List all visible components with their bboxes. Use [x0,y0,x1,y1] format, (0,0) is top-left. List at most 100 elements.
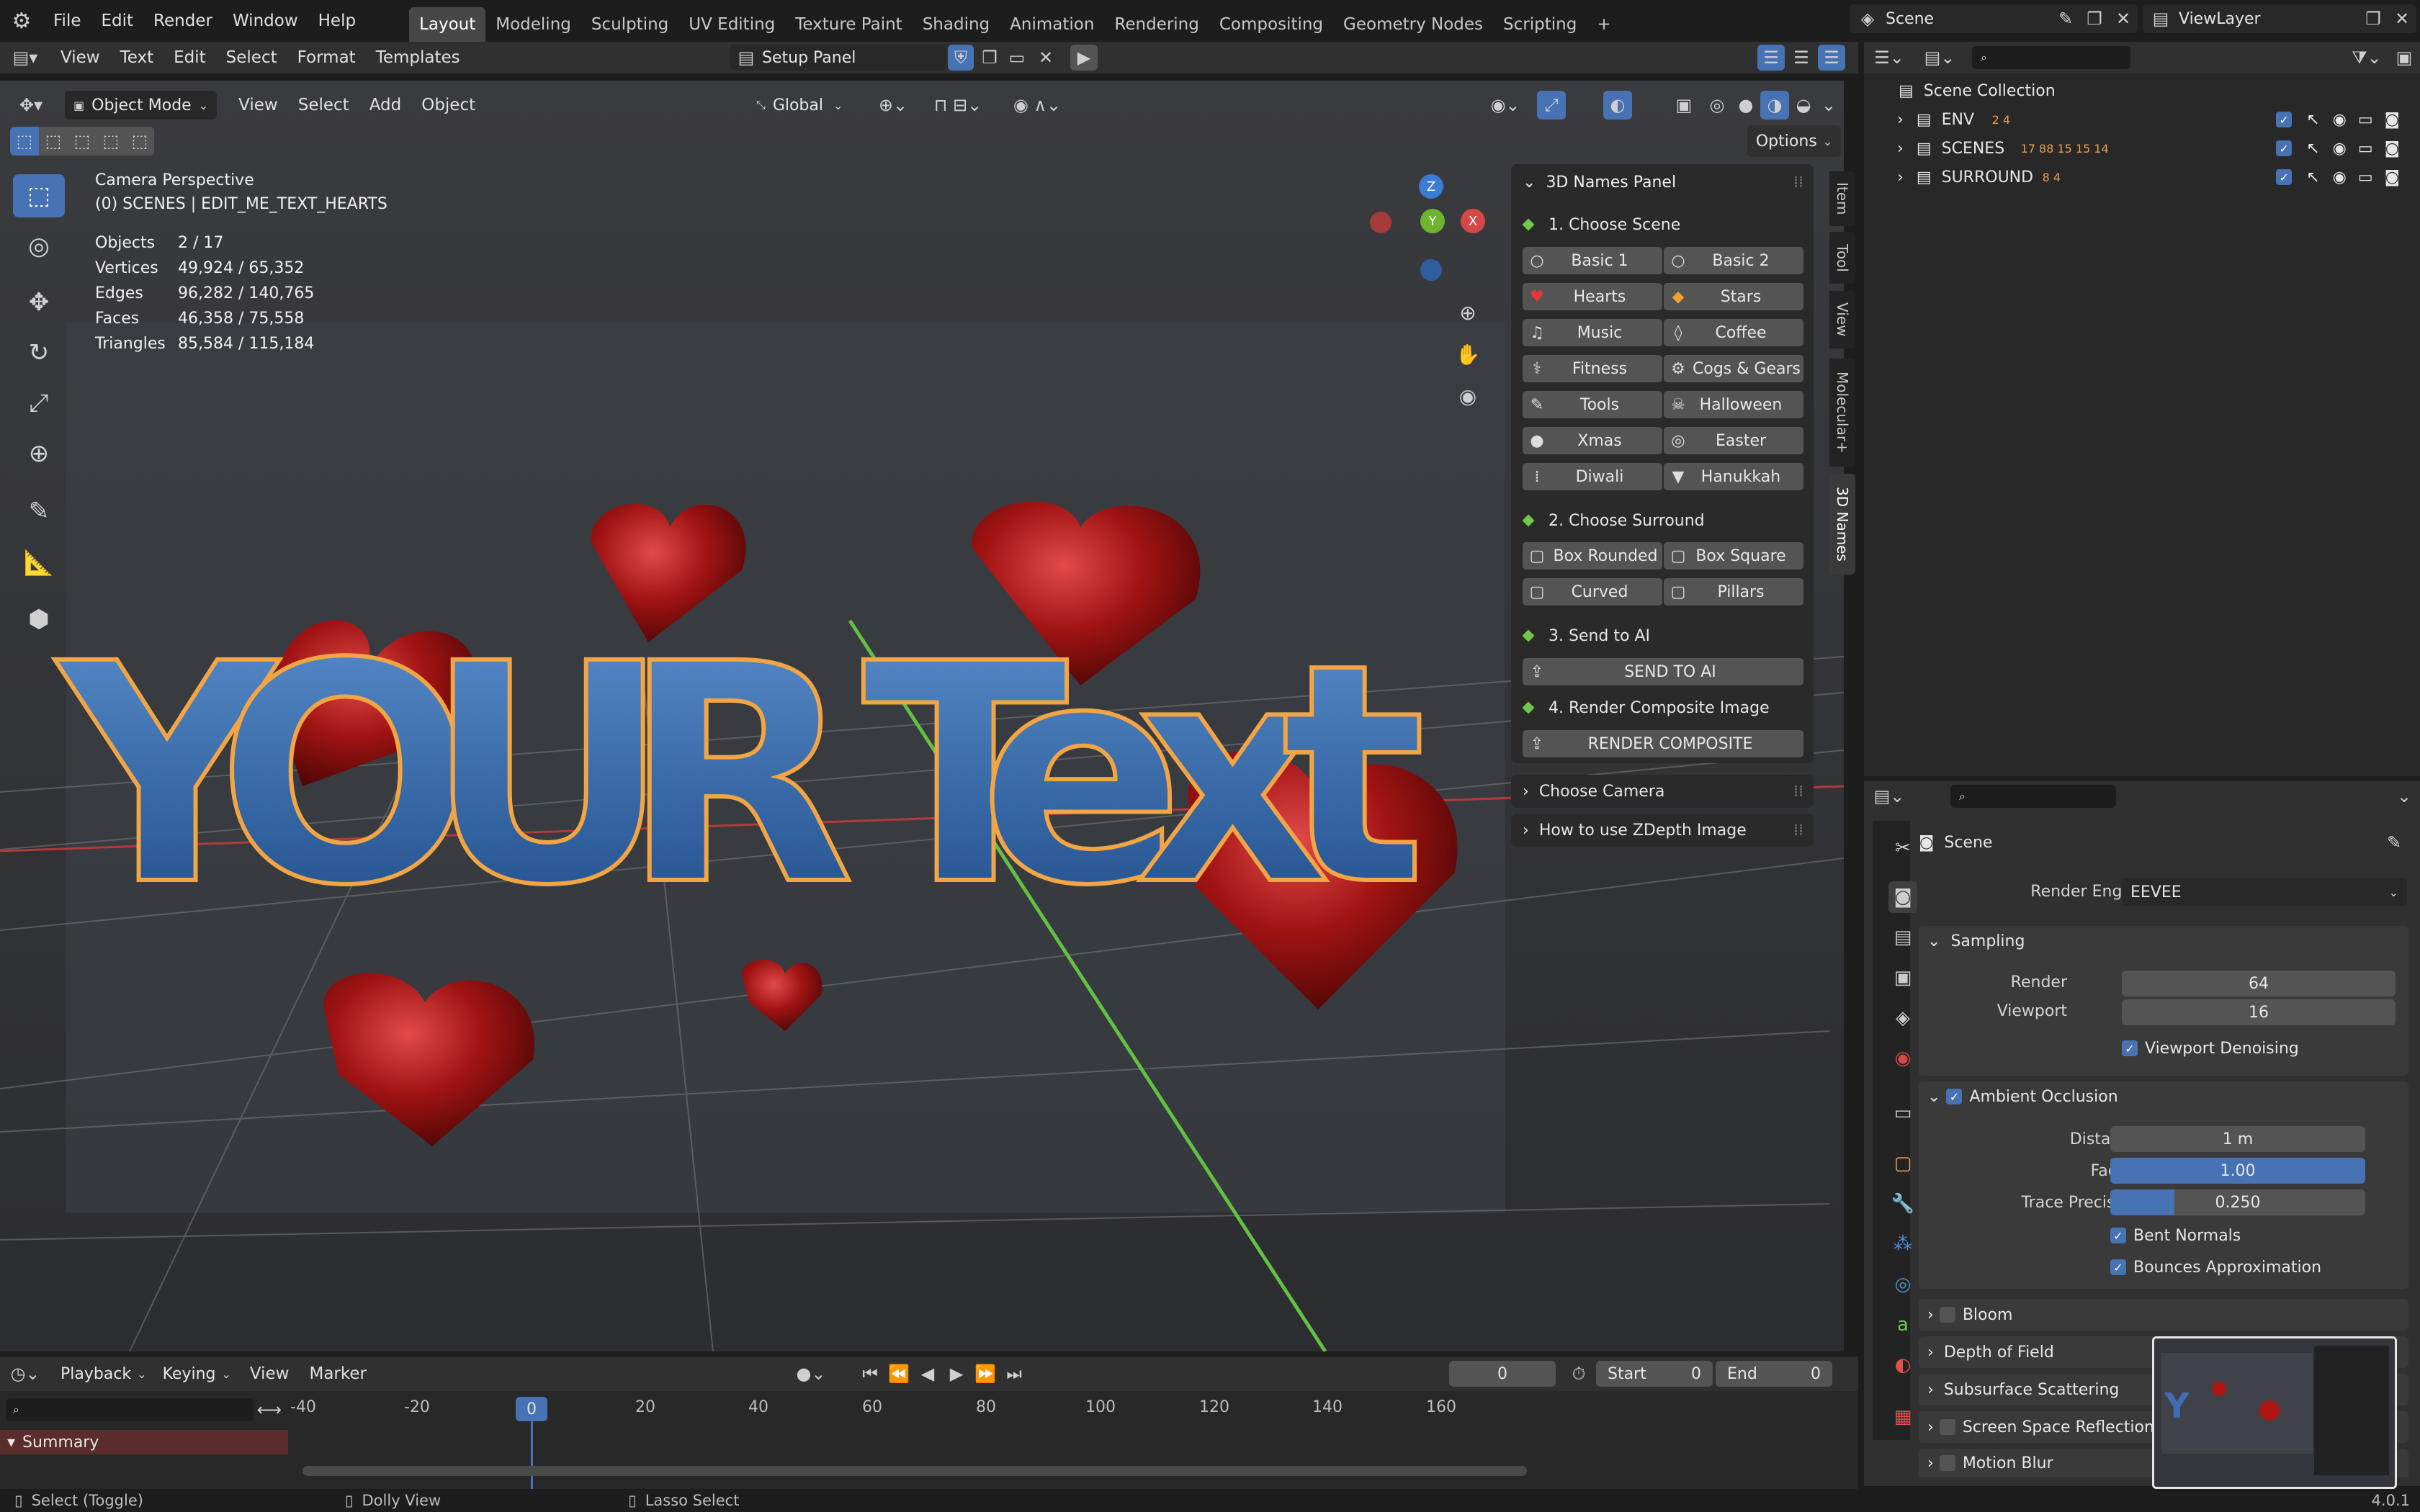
chevron-right-icon[interactable]: › [1897,140,1904,158]
render-preview-thumbnail[interactable]: Y [2152,1336,2397,1489]
monitor-icon[interactable]: ▭ [2358,140,2373,158]
snap-icon[interactable]: ⊓ ⊟⌄ [922,91,994,120]
tab-rendering[interactable]: Rendering [1104,7,1209,42]
proportional-edit-icon[interactable]: ◉ ∧⌄ [1001,91,1073,120]
text-menu-format[interactable]: Format [287,42,366,73]
editor-type-timeline-icon[interactable]: ◷⌄ [0,1364,50,1384]
playhead-frame-badge[interactable]: 0 [516,1397,547,1421]
end-frame-field[interactable]: End 0 [1716,1361,1832,1387]
gizmo-neg-x[interactable] [1370,212,1392,233]
tab-compositing[interactable]: Compositing [1209,7,1333,42]
shading-options-icon[interactable]: ⌄ [1818,91,1839,120]
tab-sculpting[interactable]: Sculpting [581,7,678,42]
chevron-right-icon[interactable]: › [1897,111,1904,129]
start-frame-field[interactable]: Start 0 [1596,1361,1713,1387]
drag-handle-icon[interactable]: ⁞⁞ [1793,174,1803,192]
camera-view-icon[interactable]: ◉ [1452,380,1484,412]
sidebar-tab-item[interactable]: Item [1829,171,1855,226]
scene-collection-row[interactable]: ▤ Scene Collection [1899,76,2056,105]
scene-diwali-button[interactable]: ⁞ Diwali [1523,463,1662,490]
record-icon[interactable]: ●⌄ [789,1359,833,1388]
scene-stars-button[interactable]: ◆ Stars [1664,283,1803,310]
jump-start-icon[interactable]: ⏮ [857,1359,883,1388]
eye-icon[interactable]: ◉ [2333,140,2347,158]
select-arrow-icon[interactable]: ↖ [2306,111,2319,129]
surround-box-square-button[interactable]: ▢ Box Square [1664,542,1803,570]
scene-basic-1-button[interactable]: ○ Basic 1 [1523,247,1662,274]
chevron-right-icon[interactable]: › [1897,168,1904,186]
mode-dropdown[interactable]: ▣ Object Mode ⌄ [65,91,218,120]
select-intersect-icon[interactable]: ⬚ [125,127,154,156]
panel-enable-checkbox[interactable] [1939,1419,1955,1435]
timeline-menu-marker[interactable]: Marker [299,1356,377,1391]
panel-enable-checkbox[interactable] [1939,1455,1955,1471]
delete-viewlayer-icon[interactable]: ✕ [2388,9,2416,29]
camera-icon[interactable]: ◙ [2385,140,2400,158]
gizmo-x-axis[interactable]: X [1461,209,1485,233]
timeline-search-input[interactable]: ⌕ [6,1398,254,1421]
drag-handle-icon[interactable]: ⁞⁞ [1793,822,1803,840]
tab-animation[interactable]: Animation [1000,7,1104,42]
transform-tool[interactable]: ⊕ [13,432,65,475]
select-box-tool[interactable]: ⬚ [13,174,65,217]
viewport-denoising-checkbox[interactable]: ✓ Viewport Denoising [2122,1035,2299,1061]
gizmo-z-axis[interactable]: Z [1419,174,1443,199]
bent-normals-checkbox[interactable]: ✓ Bent Normals [2110,1223,2241,1248]
text-menu-select[interactable]: Select [216,42,287,73]
eye-icon[interactable]: ◉ [2333,168,2347,186]
choose-camera-panel[interactable]: › Choose Camera ⁞⁞ [1511,775,1814,808]
new-text-icon[interactable]: ❐ [977,45,1003,71]
pan-hand-icon[interactable]: ✋ [1452,338,1484,370]
render-composite-button[interactable]: ⇪ RENDER COMPOSITE [1523,730,1803,757]
ao-panel-header[interactable]: ⌄ ✓ Ambient Occlusion [1919,1081,2408,1112]
camera-icon[interactable]: ◙ [2385,111,2400,129]
zdepth-help-panel[interactable]: › How to use ZDepth Image ⁞⁞ [1511,814,1814,847]
surround-pillars-button[interactable]: ▢ Pillars [1664,578,1803,606]
material-shading-icon[interactable]: ◑ [1760,91,1789,120]
material-props-icon[interactable]: ◐ [1888,1349,1917,1381]
timeline-menu-view[interactable]: View [240,1356,300,1391]
gizmo-toggle-icon[interactable]: ⤢ [1537,91,1566,120]
tab-texture-paint[interactable]: Texture Paint [785,7,912,42]
line-numbers-icon[interactable]: ☰ [1757,45,1785,71]
pin-icon[interactable]: ✎ [2380,828,2408,857]
particles-props-icon[interactable]: ⁂ [1888,1228,1917,1260]
keying-dropdown[interactable]: Keying ⌄ [163,1365,231,1383]
rotate-tool[interactable]: ↻ [13,331,65,374]
ao-factor-slider[interactable]: 1.00 [2110,1158,2365,1184]
ao-enable-checkbox[interactable]: ✓ [1946,1089,1963,1104]
vp-menu-view[interactable]: View [228,85,288,125]
chevron-down-icon[interactable]: ⌄ [2388,786,2420,806]
scene-basic-2-button[interactable]: ○ Basic 2 [1664,247,1803,274]
text-menu-text[interactable]: Text [110,42,164,73]
timeline-scrollbar[interactable] [302,1466,1527,1476]
rendered-shading-icon[interactable]: ◒ [1789,91,1818,120]
view-layer-props-icon[interactable]: ▣ [1888,962,1917,994]
scene-halloween-button[interactable]: ☠ Halloween [1664,391,1803,418]
scene-xmas-button[interactable]: ● Xmas [1523,427,1662,454]
add-workspace-icon[interactable]: + [1587,7,1621,42]
add-cube-tool[interactable]: ⬢ [13,598,65,641]
include-checkbox[interactable]: ✓ [2276,140,2293,156]
editor-type-outliner-icon[interactable]: ☰⌄ [1864,48,1914,68]
drag-handle-icon[interactable]: ⁞⁞ [1793,783,1803,801]
select-new-icon[interactable]: ⬚ [10,127,39,156]
bounces-approx-checkbox[interactable]: ✓ Bounces Approximation [2110,1254,2321,1280]
vp-menu-add[interactable]: Add [359,85,412,125]
editor-type-icon[interactable]: ▤▾ [0,48,50,68]
tool-props-icon[interactable]: ✂ [1888,832,1917,864]
modifier-props-icon[interactable]: 🔧 [1888,1188,1917,1220]
surround-box-rounded-button[interactable]: ▢ Box Rounded [1523,542,1662,570]
pin-icon[interactable]: ✎ [2051,9,2080,29]
camera-icon[interactable]: ◙ [2385,168,2400,186]
xray-icon[interactable]: ▣ [1670,91,1698,120]
text-file-selector[interactable]: ▤ Setup Panel [730,45,946,71]
prev-keyframe-icon[interactable]: ⏪ [886,1359,912,1388]
zoom-icon[interactable]: ⊕ [1452,297,1484,328]
orientation-dropdown[interactable]: ⤡ Global ⌄ [749,91,850,120]
panel-enable-checkbox[interactable] [1939,1307,1955,1323]
text-menu-view[interactable]: View [50,42,110,73]
editor-type-3d-icon[interactable]: ✥▾ [0,91,62,120]
menu-render[interactable]: Render [143,0,223,42]
open-folder-icon[interactable]: ▭ [1004,45,1030,71]
